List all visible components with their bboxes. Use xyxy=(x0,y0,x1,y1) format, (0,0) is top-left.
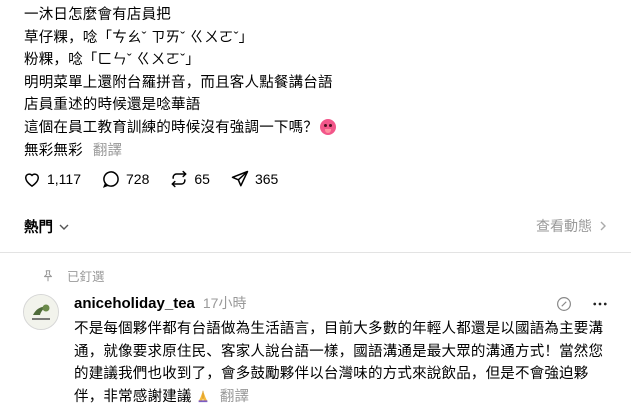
repost-count: 65 xyxy=(194,171,210,187)
edit-history-icon[interactable] xyxy=(555,295,573,313)
divider xyxy=(0,252,631,253)
sort-label: 熱門 xyxy=(24,216,53,237)
translate-link[interactable]: 翻譯 xyxy=(93,143,122,159)
chevron-right-icon xyxy=(597,220,609,232)
view-activity-label: 查看動態 xyxy=(536,216,592,236)
comment-line: 不是每個夥伴都有台語做為生活語言，目前大多數的年輕人都還是以國語為主要溝 xyxy=(74,318,614,341)
post-line-last: 無彩無彩翻譯 xyxy=(24,140,614,163)
like-count: 1,117 xyxy=(47,171,81,187)
comment-line-text: 伴，非常感謝建議 xyxy=(74,389,192,405)
post-line: 草仔粿，唸「ㄘㄠˇ ㄗㄞˇ ㄍㄨㄛˇ」 xyxy=(24,27,614,50)
like-button[interactable]: 1,117 xyxy=(22,169,81,189)
comment-username[interactable]: aniceholiday_tea xyxy=(74,295,195,312)
comment-line-last: 伴，非常感謝建議 翻譯 xyxy=(74,386,614,408)
view-activity-link[interactable]: 查看動態 xyxy=(536,216,609,236)
share-button[interactable]: 365 xyxy=(230,169,278,189)
send-icon xyxy=(230,169,250,189)
translate-link[interactable]: 翻譯 xyxy=(220,389,249,405)
post-line: 這個在員工教育訓練的時候沒有強調一下嗎？ xyxy=(24,117,614,140)
comment-controls xyxy=(537,295,609,313)
brand-logo-icon xyxy=(24,295,58,329)
comment-line: 通，就像要求原住民、客家人說台語一樣，國語溝通是最大眾的溝通方式！當然您 xyxy=(74,341,614,364)
share-count: 365 xyxy=(255,171,278,187)
post-line-text: 無彩無彩 xyxy=(24,143,83,159)
repost-button[interactable]: 65 xyxy=(169,169,210,189)
more-options-icon[interactable] xyxy=(591,295,609,313)
comment-timestamp: 17小時 xyxy=(203,293,247,313)
avatar[interactable] xyxy=(23,294,59,330)
comment-header: aniceholiday_tea 17小時 xyxy=(74,293,246,313)
post-line: 粉粿，唸「ㄈㄣˇ ㄍㄨㄛˇ」 xyxy=(24,49,614,72)
post-line-text: 這個在員工教育訓練的時候沒有強調一下嗎？ xyxy=(24,120,318,136)
pinned-indicator: 已釘選 xyxy=(45,266,105,285)
pin-icon xyxy=(41,269,55,283)
post-line: 一沐日怎麼會有店員把 xyxy=(24,4,614,27)
post-line: 明明菜單上還附台羅拼音，而且客人點餐講台語 xyxy=(24,72,614,95)
post-action-bar: 1,117 728 65 365 xyxy=(22,168,298,190)
repost-icon xyxy=(169,169,189,189)
reply-count: 728 xyxy=(126,171,149,187)
folded-hands-emoji-icon xyxy=(196,389,210,403)
heart-icon xyxy=(22,169,42,189)
sort-dropdown[interactable]: 熱門 xyxy=(24,216,70,237)
pinned-label: 已釘選 xyxy=(67,266,105,285)
comment-body: 不是每個夥伴都有台語做為生活語言，目前大多數的年輕人都還是以國語為主要溝 通，就… xyxy=(74,318,614,408)
chevron-down-icon xyxy=(58,221,70,233)
comment-line: 的建議我們也收到了，會多鼓勵夥伴以台灣味的方式來說飲品，但是不會強迫夥 xyxy=(74,363,614,386)
tongue-face-emoji-icon xyxy=(320,119,336,135)
comment-bubble-icon xyxy=(101,169,121,189)
post-line: 店員重述的時候還是唸華語 xyxy=(24,94,614,117)
reply-button[interactable]: 728 xyxy=(101,169,149,189)
post-body: 一沐日怎麼會有店員把 草仔粿，唸「ㄘㄠˇ ㄗㄞˇ ㄍㄨㄛˇ」 粉粿，唸「ㄈㄣˇ … xyxy=(24,4,614,162)
